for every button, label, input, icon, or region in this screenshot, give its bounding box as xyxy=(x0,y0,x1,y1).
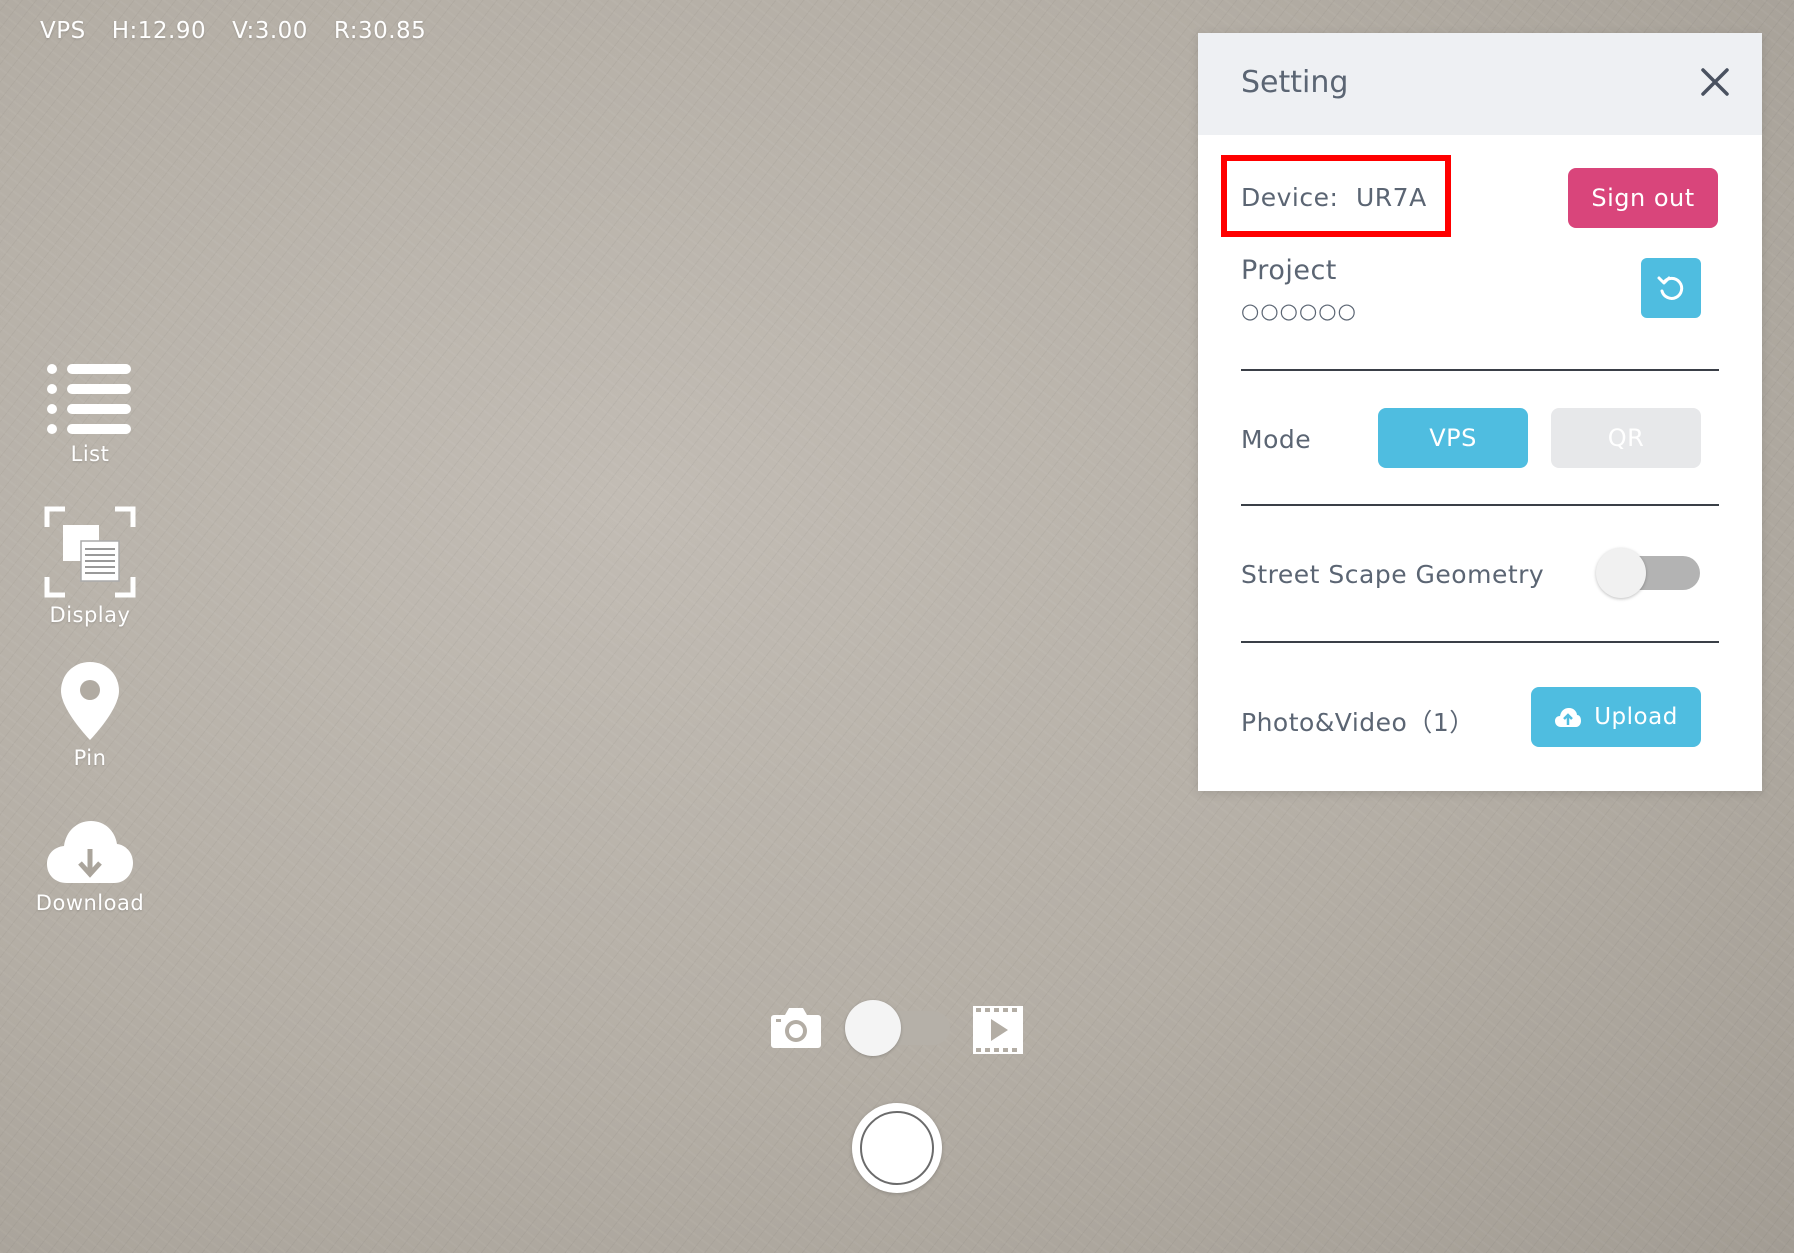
street-scape-geometry-toggle[interactable] xyxy=(1596,548,1700,598)
status-bar: VPS H:12.90 V:3.00 R:30.85 xyxy=(40,18,426,44)
shutter-button[interactable] xyxy=(852,1103,942,1193)
status-h: H:12.90 xyxy=(111,18,207,44)
settings-header: Setting xyxy=(1198,33,1762,135)
mode-qr-button[interactable]: QR xyxy=(1551,408,1701,468)
divider xyxy=(1241,641,1719,643)
camera-icon[interactable] xyxy=(770,1005,822,1049)
pin-icon xyxy=(61,662,119,740)
sidebar-item-list[interactable]: List xyxy=(20,360,160,466)
status-r: R:30.85 xyxy=(333,18,427,44)
mode-label: Mode xyxy=(1241,425,1312,454)
status-mode: VPS xyxy=(40,18,86,44)
close-icon[interactable] xyxy=(1698,65,1732,99)
device-label: Device: xyxy=(1241,183,1339,212)
sidebar-item-label: List xyxy=(70,442,110,466)
sign-out-button[interactable]: Sign out xyxy=(1568,168,1718,228)
toggle-knob xyxy=(845,1000,901,1056)
sidebar-item-download[interactable]: Download xyxy=(20,815,160,915)
upload-label: Upload xyxy=(1594,704,1678,730)
sidebar-item-label: Pin xyxy=(73,746,107,770)
shutter-inner-ring xyxy=(860,1111,934,1185)
divider xyxy=(1241,369,1719,371)
street-scape-geometry-label: Street Scape Geometry xyxy=(1241,560,1545,589)
toggle-knob xyxy=(1596,548,1646,598)
sidebar-item-display[interactable]: Display xyxy=(20,505,160,627)
device-value: UR7A xyxy=(1356,183,1427,212)
refresh-icon xyxy=(1657,276,1684,300)
settings-panel: Setting Device: UR7A Sign out Project ○○… xyxy=(1198,33,1762,791)
sidebar-item-label: Download xyxy=(35,891,145,915)
settings-title: Setting xyxy=(1241,65,1349,100)
divider xyxy=(1241,504,1719,506)
display-icon xyxy=(44,506,136,598)
status-v: V:3.00 xyxy=(232,18,308,44)
project-label: Project xyxy=(1241,255,1337,286)
project-value: ○○○○○○ xyxy=(1241,299,1357,323)
refresh-project-button[interactable] xyxy=(1641,258,1701,318)
photo-video-mode-toggle[interactable] xyxy=(845,1000,950,1056)
photo-video-label: Photo&Video（1） xyxy=(1241,708,1475,737)
mode-vps-button[interactable]: VPS xyxy=(1378,408,1528,468)
upload-button[interactable]: Upload xyxy=(1531,687,1701,747)
video-icon[interactable] xyxy=(972,1005,1024,1055)
sidebar-item-label: Display xyxy=(49,603,131,627)
cloud-download-icon xyxy=(47,821,133,883)
cloud-upload-icon xyxy=(1555,708,1582,727)
list-icon xyxy=(47,364,131,434)
sidebar-item-pin[interactable]: Pin xyxy=(20,660,160,770)
